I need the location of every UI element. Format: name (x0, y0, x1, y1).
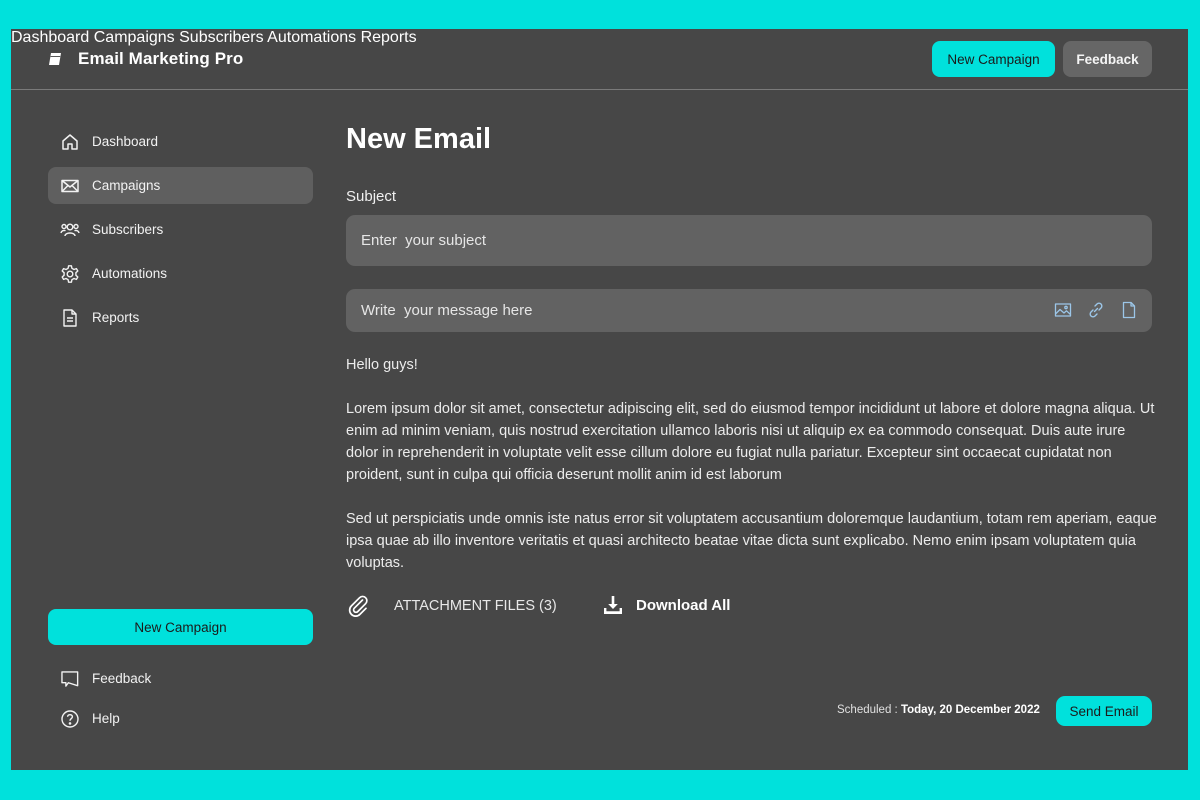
topnav-subscribers[interactable]: Subscribers (179, 29, 263, 46)
attachment-files-label[interactable]: ATTACHMENT FILES (3) (394, 598, 557, 614)
message-compose-bar (346, 289, 1152, 332)
gear-icon (60, 264, 80, 284)
message-input[interactable] (346, 289, 1026, 332)
sidebar-item-feedback[interactable]: Feedback (48, 660, 313, 697)
schedule-label: Scheduled : (837, 704, 901, 716)
sidebar-item-reports[interactable]: Reports (48, 299, 313, 336)
users-icon (60, 220, 80, 240)
paperclip-icon (348, 595, 368, 617)
app-window: Email Marketing Pro Dashboard Campaigns … (11, 29, 1188, 770)
envelope-icon (60, 176, 80, 196)
home-icon (60, 132, 80, 152)
topnav-feedback-button[interactable]: Feedback (1063, 41, 1152, 77)
app-title: Email Marketing Pro (78, 49, 244, 68)
subject-label: Subject (346, 188, 397, 205)
file-icon[interactable] (1120, 301, 1138, 319)
sidebar-item-dashboard[interactable]: Dashboard (48, 123, 313, 160)
email-paragraph: Lorem ipsum dolor sit amet, consectetur … (346, 401, 1155, 483)
page-title: New Email (346, 123, 492, 155)
topnav-dashboard[interactable]: Dashboard (11, 29, 89, 46)
sidebar-item-campaigns[interactable]: Campaigns (48, 167, 313, 204)
sidebar-item-automations[interactable]: Automations (48, 255, 313, 292)
megaphone-icon (60, 669, 80, 689)
subject-input[interactable] (346, 215, 1152, 266)
logo-icon (49, 53, 61, 65)
schedule-info: Scheduled : Today, 20 December 2022 (837, 704, 1040, 716)
sidebar-new-campaign-button[interactable]: New Campaign (48, 609, 313, 645)
email-greeting: Hello guys! (346, 357, 418, 373)
sidebar-item-label: Automations (92, 266, 168, 281)
sidebar-item-help[interactable]: Help (48, 700, 313, 737)
document-icon (60, 308, 80, 328)
topnav-new-campaign-button[interactable]: New Campaign (932, 41, 1055, 77)
send-email-button[interactable]: Send Email (1056, 696, 1152, 726)
download-all-button[interactable]: Download All (603, 595, 730, 615)
top-bar: Email Marketing Pro Dashboard Campaigns … (11, 29, 1188, 90)
download-icon (604, 596, 622, 614)
topnav-campaigns[interactable]: Campaigns (94, 29, 175, 46)
sidebar-item-label: Help (92, 711, 120, 726)
image-icon[interactable] (1054, 301, 1072, 319)
schedule-date: Today, 20 December 2022 (900, 704, 1040, 716)
topnav-reports[interactable]: Reports (361, 29, 417, 46)
download-all-label: Download All (636, 596, 731, 614)
brand[interactable]: Email Marketing Pro (48, 49, 243, 69)
sidebar-item-label: Feedback (92, 671, 152, 686)
email-paragraph: Sed ut perspiciatis unde omnis iste natu… (346, 511, 1157, 571)
sidebar-item-label: Reports (92, 310, 140, 325)
help-icon (60, 709, 80, 729)
sidebar-item-label: Subscribers (92, 222, 164, 237)
topnav-automations[interactable]: Automations (267, 29, 356, 46)
link-icon[interactable] (1087, 301, 1105, 319)
sidebar-item-subscribers[interactable]: Subscribers (48, 211, 313, 248)
sidebar-item-label: Campaigns (92, 178, 161, 193)
sidebar-item-label: Dashboard (92, 134, 159, 149)
